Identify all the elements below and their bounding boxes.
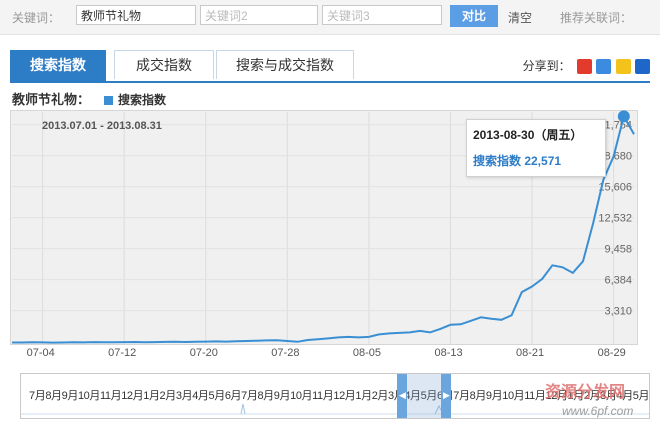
y-tick-label: 6,384 — [604, 275, 632, 287]
x-tick-label: 07-28 — [271, 347, 300, 359]
x-tick-label: 08-13 — [434, 347, 463, 359]
tooltip-date: 2013-08-30（周五） — [473, 128, 583, 142]
timeline-left-handle[interactable]: ◀ — [397, 374, 407, 418]
x-tick-label: 08-29 — [597, 347, 626, 359]
trend-chart: 3,3106,3849,45812,53215,60618,68021,754 — [12, 110, 635, 344]
y-tick-label: 9,458 — [604, 244, 632, 256]
x-tick-label: 08-21 — [516, 347, 545, 359]
tooltip-value: 搜索指数 22,571 — [473, 154, 562, 168]
chart-date-range: 2013.07.01 - 2013.08.31 — [42, 120, 162, 132]
timeline-right-handle[interactable]: ▶ — [441, 374, 451, 418]
watermark-text: 资源分发网 — [545, 384, 626, 401]
x-tick-label: 07-12 — [108, 347, 137, 359]
y-tick-label: 3,310 — [604, 306, 632, 318]
x-tick-label: 07-04 — [26, 347, 55, 359]
y-tick-label: 12,532 — [598, 213, 632, 225]
data-point[interactable] — [617, 110, 630, 123]
x-tick-label: 07-20 — [189, 347, 218, 359]
data-tooltip: 2013-08-30（周五） 搜索指数 22,571 — [466, 119, 606, 177]
x-tick-label: 08-05 — [352, 347, 382, 359]
watermark-url: www.6pf.com — [562, 404, 634, 418]
